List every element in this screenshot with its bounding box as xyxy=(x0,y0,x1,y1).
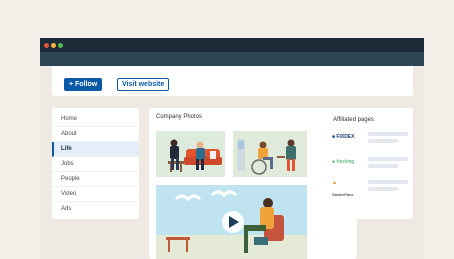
profile-header: + Follow Visit website xyxy=(52,66,413,96)
gardenplace-name: GardenPlace xyxy=(332,193,354,197)
follow-button[interactable]: + Follow xyxy=(64,78,103,91)
placeholder-line xyxy=(368,157,408,161)
sidebar-item-video[interactable]: Video xyxy=(52,187,139,202)
company-photos-title: Company Photos xyxy=(156,114,203,120)
affiliated-page-name: FIXDEX xyxy=(336,134,355,140)
browser-window: + Follow Visit website Home About Life J… xyxy=(40,38,424,259)
affiliated-pages-title: Affiliated pages xyxy=(333,117,374,123)
sidebar-item-home[interactable]: Home xyxy=(52,112,139,127)
profile-banner xyxy=(40,52,424,66)
window-titlebar xyxy=(40,38,424,52)
maximize-window-icon[interactable] xyxy=(58,43,63,48)
affiliated-pages-card: Affiliated pages ■ FIXDEX ● freshing ▲ G… xyxy=(325,108,413,219)
placeholder-line xyxy=(368,132,408,136)
sidebar-item-ads[interactable]: Ads xyxy=(52,202,139,217)
video-scene-illustration xyxy=(156,185,307,259)
placeholder-line xyxy=(368,180,408,184)
sidebar-item-about[interactable]: About xyxy=(52,127,139,142)
sidebar-item-people[interactable]: People xyxy=(52,172,139,187)
fixdex-logo-icon[interactable]: ■ FIXDEX xyxy=(332,134,354,140)
placeholder-line xyxy=(368,164,398,168)
team-sofa-illustration xyxy=(156,131,225,177)
sidebar-item-life[interactable]: Life xyxy=(52,142,139,157)
sidebar-nav: Home About Life Jobs People Video Ads xyxy=(52,108,139,219)
photo-colleagues-meeting[interactable] xyxy=(233,131,307,177)
company-video-thumbnail[interactable] xyxy=(156,185,307,259)
placeholder-line xyxy=(368,187,398,191)
affiliated-page-name: freshing xyxy=(336,159,355,165)
photo-team-sofa[interactable] xyxy=(156,131,225,177)
visit-website-button[interactable]: Visit website xyxy=(117,78,170,91)
freshing-logo-icon[interactable]: ● freshing xyxy=(332,159,354,165)
gardenplace-logo-icon[interactable]: ▲ xyxy=(332,180,337,186)
colleagues-meeting-illustration xyxy=(233,131,307,177)
placeholder-line xyxy=(368,139,398,143)
minimize-window-icon[interactable] xyxy=(51,43,56,48)
sidebar-item-jobs[interactable]: Jobs xyxy=(52,157,139,172)
close-window-icon[interactable] xyxy=(44,43,49,48)
